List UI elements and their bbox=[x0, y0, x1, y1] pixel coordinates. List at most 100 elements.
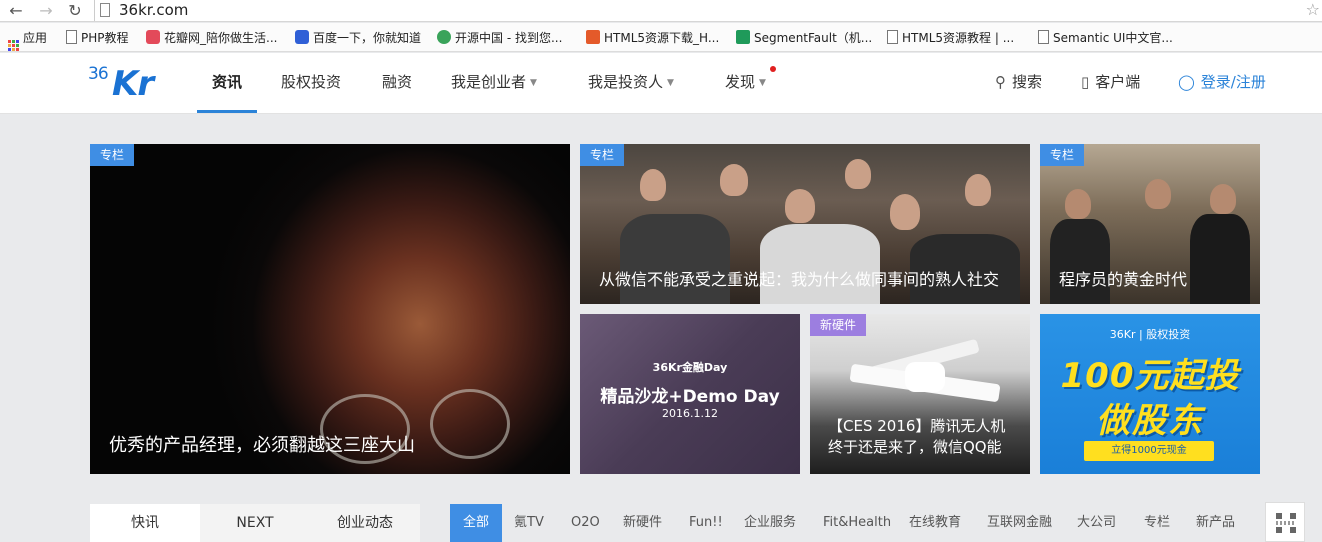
article-title[interactable]: 【CES 2016】腾讯无人机终于还是来了，微信QQ能 bbox=[828, 416, 1012, 458]
url-text[interactable]: 36kr.com bbox=[119, 0, 188, 21]
bookmark-label: HTML5资源教程 | ... bbox=[902, 31, 1015, 45]
photo-figure bbox=[1145, 179, 1171, 209]
article-card[interactable]: 专栏 从微信不能承受之重说起：我为什么做同事间的熟人社交 bbox=[580, 144, 1030, 304]
nav-news[interactable]: 资讯 bbox=[212, 71, 242, 93]
nav-equity[interactable]: 股权投资 bbox=[281, 71, 341, 93]
tab-flash-news[interactable]: 快讯 bbox=[90, 504, 200, 542]
bookmark-html5-tutorial[interactable]: HTML5资源教程 | ... bbox=[887, 29, 1014, 47]
ad-cta-button[interactable]: 立得1000元现金 bbox=[1084, 441, 1214, 461]
logo-number: 36 bbox=[88, 64, 109, 84]
bookmark-label: PHP教程 bbox=[81, 31, 129, 45]
forward-arrow-icon[interactable]: → bbox=[36, 1, 56, 21]
bookmark-segmentfault[interactable]: SegmentFault（机... bbox=[736, 29, 872, 47]
equity-ad-card[interactable]: 36Kr | 股权投资 100元起投 做股东 立得1000元现金 bbox=[1040, 314, 1260, 474]
event-promo-card[interactable]: 36Kr金融Day 精品沙龙+Demo Day 2016.1.12 bbox=[580, 314, 800, 474]
photo-figure bbox=[760, 224, 880, 304]
bookmark-html5[interactable]: HTML5资源下载_H... bbox=[586, 29, 719, 47]
filter-big-company[interactable]: 大公司 bbox=[1077, 504, 1116, 542]
caret-down-icon: ▼ bbox=[667, 78, 674, 88]
segmentfault-icon bbox=[736, 30, 750, 44]
nav-investor-label: 我是投资人 bbox=[588, 73, 664, 91]
article-card[interactable]: 专栏 程序员的黄金时代 bbox=[1040, 144, 1260, 304]
article-card[interactable]: 新硬件 【CES 2016】腾讯无人机终于还是来了，微信QQ能 bbox=[810, 314, 1030, 474]
tab-next[interactable]: NEXT bbox=[200, 504, 310, 542]
photo-figure bbox=[1050, 219, 1110, 304]
qr-code-button[interactable] bbox=[1265, 502, 1305, 542]
bookmark-label: 花瓣网_陪你做生活... bbox=[164, 31, 278, 45]
nav-investor[interactable]: 我是投资人 ▼ bbox=[588, 71, 674, 94]
ad-headline: 100元起投 bbox=[1060, 356, 1240, 396]
column-tag[interactable]: 专栏 bbox=[90, 144, 135, 166]
bookmark-label: 开源中国 - 找到您... bbox=[455, 31, 563, 45]
bookmark-label: HTML5资源下载_H... bbox=[604, 31, 720, 45]
bookmark-label: 应用 bbox=[23, 31, 48, 45]
filter-enterprise[interactable]: 企业服务 bbox=[744, 504, 796, 542]
site-logo[interactable]: 36 Kr bbox=[88, 64, 158, 102]
notification-dot bbox=[770, 66, 776, 72]
tab-startup-news[interactable]: 创业动态 bbox=[310, 504, 420, 542]
column-tag[interactable]: 专栏 bbox=[1040, 144, 1085, 166]
promo-date: 2016.1.12 bbox=[662, 407, 718, 420]
mobile-phone-icon: ▯ bbox=[1081, 73, 1090, 91]
article-title[interactable]: 程序员的黄金时代 bbox=[1059, 269, 1246, 290]
bookmark-php[interactable]: PHP教程 bbox=[66, 29, 129, 47]
photo-figure bbox=[890, 194, 920, 230]
photo-figure bbox=[720, 164, 748, 196]
search-button[interactable]: ⚲ 搜索 bbox=[995, 71, 1042, 93]
bookmark-label: 百度一下，你就知道 bbox=[313, 31, 422, 45]
photo-figure bbox=[1065, 189, 1091, 219]
bookmark-apps[interactable]: 应用 bbox=[8, 29, 48, 51]
drone-body bbox=[905, 362, 945, 392]
address-bar[interactable]: 36kr.com ☆ bbox=[94, 0, 1320, 21]
filter-fintech[interactable]: 互联网金融 bbox=[987, 504, 1052, 542]
article-title[interactable]: 优秀的产品经理，必须翻越这三座大山 bbox=[109, 435, 556, 456]
browser-toolbar: ← → ↻ 36kr.com ☆ bbox=[0, 0, 1322, 22]
nav-founder-label: 我是创业者 bbox=[451, 73, 527, 91]
bookmark-baidu[interactable]: 百度一下，你就知道 bbox=[295, 29, 421, 47]
filter-o2o[interactable]: O2O bbox=[571, 504, 600, 542]
client-label: 客户端 bbox=[1095, 73, 1141, 91]
nav-discover[interactable]: 发现 ▼ bbox=[725, 71, 766, 94]
qr-code-icon bbox=[1276, 513, 1296, 533]
nav-active-indicator bbox=[197, 110, 257, 113]
photo-figure bbox=[620, 214, 730, 304]
logo-kr: Kr bbox=[112, 64, 154, 104]
back-arrow-icon[interactable]: ← bbox=[6, 1, 26, 21]
page-icon bbox=[66, 30, 77, 44]
filter-all[interactable]: 全部 bbox=[450, 504, 503, 542]
filter-column[interactable]: 专栏 bbox=[1144, 504, 1170, 542]
filter-fun[interactable]: Fun!! bbox=[689, 504, 723, 542]
hardware-tag[interactable]: 新硬件 bbox=[810, 314, 867, 336]
login-button[interactable]: ◯ 登录/注册 bbox=[1178, 71, 1266, 93]
photo-figure bbox=[1190, 214, 1250, 304]
nav-funding[interactable]: 融资 bbox=[382, 71, 412, 93]
filter-hardware[interactable]: 新硬件 bbox=[623, 504, 662, 542]
client-button[interactable]: ▯ 客户端 bbox=[1081, 71, 1140, 93]
hero-article-card[interactable]: 专栏 优秀的产品经理，必须翻越这三座大山 bbox=[90, 144, 570, 474]
column-tag[interactable]: 专栏 bbox=[580, 144, 625, 166]
bookmark-huaban[interactable]: 花瓣网_陪你做生活... bbox=[146, 29, 277, 47]
bookmark-oschina[interactable]: 开源中国 - 找到您... bbox=[437, 29, 562, 47]
reload-icon[interactable]: ↻ bbox=[65, 1, 85, 21]
huaban-icon bbox=[146, 30, 160, 44]
article-title[interactable]: 从微信不能承受之重说起：我为什么做同事间的熟人社交 bbox=[599, 269, 1016, 290]
bookmark-label: SegmentFault（机... bbox=[754, 31, 873, 45]
promo-headline: 精品沙龙+Demo Day bbox=[600, 387, 780, 407]
user-icon: ◯ bbox=[1178, 73, 1195, 91]
page-icon bbox=[887, 30, 898, 44]
ad-header: 36Kr | 股权投资 bbox=[1109, 328, 1191, 341]
caret-down-icon: ▼ bbox=[759, 78, 766, 88]
filter-online-edu[interactable]: 在线教育 bbox=[909, 504, 961, 542]
oschina-icon bbox=[437, 30, 451, 44]
page-icon bbox=[100, 3, 110, 17]
login-label: 登录/注册 bbox=[1200, 73, 1266, 91]
nav-founder[interactable]: 我是创业者 ▼ bbox=[451, 71, 537, 94]
photo-figure bbox=[640, 169, 666, 201]
filter-new-product[interactable]: 新产品 bbox=[1196, 504, 1235, 542]
filter-fit-health[interactable]: Fit&Health bbox=[823, 504, 891, 542]
filter-kr-tv[interactable]: 氪TV bbox=[514, 504, 544, 542]
bookmarks-bar: 应用 PHP教程 花瓣网_陪你做生活... 百度一下，你就知道 开源中国 - 找… bbox=[0, 23, 1322, 52]
bookmark-semantic-ui[interactable]: Semantic UI中文官... bbox=[1038, 29, 1173, 47]
bookmark-star-icon[interactable]: ☆ bbox=[1306, 0, 1320, 20]
photo-figure bbox=[785, 189, 815, 223]
